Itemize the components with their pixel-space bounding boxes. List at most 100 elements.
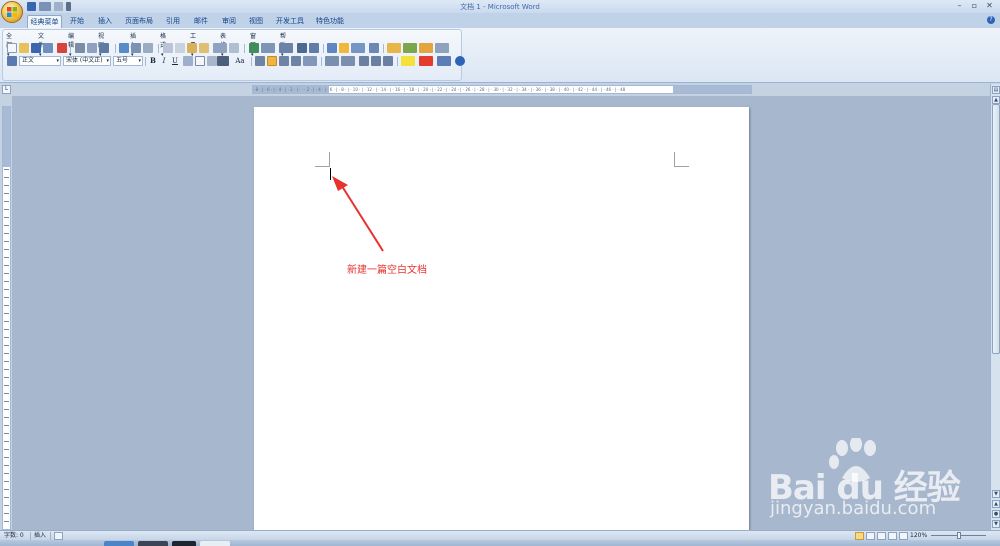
zoom-level[interactable]: 120% [910, 532, 927, 540]
taskbar-button-1[interactable] [104, 541, 134, 546]
vertical-ruler[interactable] [2, 106, 11, 530]
bullets-icon[interactable] [341, 56, 355, 66]
tab-selector-button[interactable]: L [2, 85, 11, 94]
scrollbar-thumb[interactable] [992, 104, 1000, 354]
vertical-scrollbar[interactable]: ▤ ▲ ▼ ▲ ● ▼ [990, 84, 1000, 530]
new-document-icon[interactable] [7, 43, 17, 53]
increase-indent-icon[interactable] [371, 56, 381, 66]
align-left-icon[interactable] [255, 56, 265, 66]
line-spacing-icon[interactable] [303, 56, 317, 66]
bold-button[interactable]: B [148, 56, 158, 66]
font-select[interactable]: 宋体 (中文正) ▾ [63, 56, 111, 66]
draft-icon[interactable] [899, 532, 908, 540]
menu-edit[interactable]: 编辑▾ [68, 32, 74, 58]
menu-table[interactable]: 表格▾ [220, 32, 226, 58]
copy-icon[interactable] [175, 43, 185, 53]
font-color-icon[interactable] [419, 56, 433, 66]
horizontal-ruler[interactable]: · 8 · | · 6 · | · 4 · | · 2 · | · · · 2 … [252, 85, 752, 94]
char-shading-icon[interactable] [207, 56, 217, 66]
paste-icon[interactable] [187, 43, 197, 53]
styles-icon[interactable] [7, 56, 17, 66]
tab-home[interactable]: 开始 [66, 15, 88, 28]
full-screen-reading-icon[interactable] [866, 532, 875, 540]
menu-tools[interactable]: 工具▾ [190, 32, 196, 58]
menu-all[interactable]: 全部▾ [6, 32, 12, 58]
web-layout-icon[interactable] [877, 532, 886, 540]
picture-icon[interactable] [403, 43, 417, 53]
menu-file[interactable]: 文件▾ [38, 32, 44, 58]
menu-insert[interactable]: 插入▾ [130, 32, 136, 58]
decrease-indent-icon[interactable] [359, 56, 369, 66]
change-case-button[interactable]: Aa [233, 56, 247, 66]
char-border-icon[interactable] [195, 56, 205, 66]
print-preview-icon[interactable] [87, 43, 97, 53]
tab-references[interactable]: 引用 [162, 15, 184, 28]
zoom-icon[interactable] [351, 43, 365, 53]
previous-page-icon[interactable]: ▲ [992, 500, 1000, 508]
align-center-icon[interactable] [279, 56, 289, 66]
justify-icon[interactable] [267, 56, 277, 66]
tab-mailings[interactable]: 邮件 [190, 15, 212, 28]
thesaurus-icon[interactable] [131, 43, 141, 53]
taskbar-button-2[interactable] [138, 541, 168, 546]
document-page[interactable]: 新建一篇空白文档 [254, 107, 749, 537]
zoom-slider-knob[interactable] [957, 532, 961, 539]
tab-insert[interactable]: 插入 [94, 15, 116, 28]
open-icon[interactable] [19, 43, 29, 53]
office-button[interactable] [1, 1, 23, 23]
minimize-button[interactable]: – [953, 1, 966, 11]
tab-view[interactable]: 视图 [245, 15, 267, 28]
permission-icon[interactable] [43, 43, 53, 53]
ruler-toggle-icon[interactable]: ▤ [992, 86, 1000, 94]
numbering-icon[interactable] [325, 56, 339, 66]
help-circle-icon[interactable] [455, 56, 465, 66]
outline-icon[interactable] [888, 532, 897, 540]
undo-icon[interactable] [213, 43, 227, 53]
cut-icon[interactable] [163, 43, 173, 53]
show-formatting-icon[interactable] [339, 43, 349, 53]
menu-format[interactable]: 格式▾ [160, 32, 166, 58]
restore-button[interactable]: ▫ [968, 1, 981, 11]
hyperlink-icon[interactable] [249, 43, 259, 53]
taskbar-button-4[interactable] [200, 541, 230, 546]
insert-mode[interactable]: 插入 [34, 532, 46, 540]
tab-special-features[interactable]: 特色功能 [313, 15, 347, 28]
document-map-icon[interactable] [327, 43, 337, 53]
menu-window[interactable]: 窗口▾ [250, 32, 256, 58]
format-painter-icon[interactable] [199, 43, 209, 53]
tab-page-layout[interactable]: 页面布局 [122, 15, 156, 28]
redo-icon[interactable] [229, 43, 239, 53]
taskbar-button-3[interactable] [172, 541, 196, 546]
tab-review[interactable]: 审阅 [218, 15, 240, 28]
spelling-icon[interactable] [99, 43, 109, 53]
tab-developer[interactable]: 开发工具 [273, 15, 307, 28]
research-icon[interactable] [119, 43, 129, 53]
italic-button[interactable]: I [159, 56, 169, 66]
align-right-icon[interactable] [291, 56, 301, 66]
text-effect-icon[interactable] [437, 56, 451, 66]
next-page-icon[interactable]: ▼ [992, 520, 1000, 528]
smartart-icon[interactable] [419, 43, 433, 53]
scroll-down-icon[interactable]: ▼ [992, 490, 1000, 498]
asian-layout-icon[interactable] [383, 56, 393, 66]
textbox-icon[interactable] [435, 43, 449, 53]
help-icon[interactable]: ? [987, 16, 995, 24]
underline-button[interactable]: U [170, 56, 180, 66]
highlight-icon[interactable] [401, 56, 415, 66]
close-button[interactable]: ✕ [983, 1, 996, 11]
columns-icon[interactable] [297, 43, 307, 53]
shapes-icon[interactable] [387, 43, 401, 53]
full-screen-icon[interactable] [369, 43, 379, 53]
insert-table-icon[interactable] [279, 43, 293, 53]
char-scale-icon[interactable] [217, 56, 229, 66]
drawing-icon[interactable] [309, 43, 319, 53]
macro-record-icon[interactable] [54, 532, 63, 540]
table-icon[interactable] [261, 43, 275, 53]
style-select[interactable]: 正文 ▾ [19, 56, 61, 66]
print-layout-icon[interactable] [855, 532, 864, 540]
browse-object-icon[interactable]: ● [992, 510, 1000, 518]
save-icon[interactable] [31, 43, 41, 53]
tab-classic-menu[interactable]: 经典菜单 [27, 15, 62, 28]
pdf-icon[interactable] [57, 43, 67, 53]
strikethrough-icon[interactable] [183, 56, 193, 66]
